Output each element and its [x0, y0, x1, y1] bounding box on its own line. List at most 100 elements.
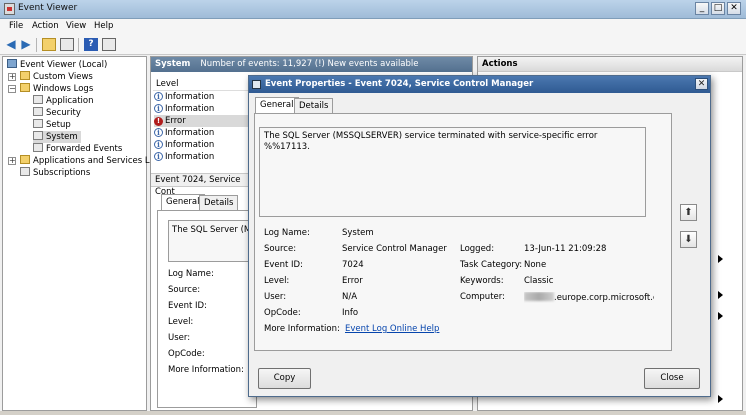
information-icon: i: [154, 152, 163, 161]
dialog-tab-details[interactable]: Details: [294, 98, 334, 113]
title-bar: Event Viewer _ □ ✕: [0, 0, 746, 19]
label-user: User:: [264, 292, 287, 302]
maximize-button[interactable]: □: [711, 2, 725, 15]
tree-item-application[interactable]: Application: [33, 95, 94, 107]
event-viewer-app-icon: [4, 3, 15, 15]
expand-icon[interactable]: +: [8, 73, 16, 81]
event-row[interactable]: i Information: [154, 91, 249, 103]
dialog-close-button[interactable]: ✕: [695, 78, 708, 90]
information-icon: i: [154, 140, 163, 149]
submenu-arrow-icon[interactable]: [718, 255, 723, 263]
label-source: Source:: [264, 244, 297, 254]
label-keywords: Keywords:: [460, 276, 504, 286]
log-header: System Number of events: 11,927 (!) New e…: [151, 57, 472, 72]
log-icon: [33, 107, 43, 116]
event-log-online-help-link[interactable]: Event Log Online Help: [345, 324, 439, 334]
label-computer: Computer:: [460, 292, 505, 302]
tree-item-applications-and-services-logs[interactable]: Applications and Services Logs: [20, 155, 164, 167]
back-arrow-icon[interactable]: ◀: [4, 38, 18, 51]
label-more-information: More Information:: [264, 324, 340, 334]
tab-general[interactable]: General: [161, 194, 205, 210]
label-more-information: More Information:: [168, 365, 244, 375]
dialog-tab-general[interactable]: General: [255, 97, 299, 113]
computer-icon: [7, 59, 17, 68]
tree-item-custom-views[interactable]: Custom Views: [20, 71, 93, 83]
folder-up-icon[interactable]: [42, 38, 56, 51]
log-icon: [33, 131, 43, 140]
event-count: Number of events: 11,927 (!) New events …: [200, 59, 419, 69]
folder-icon: [20, 83, 30, 92]
tree-item-setup[interactable]: Setup: [33, 119, 71, 131]
console-tree-icon[interactable]: [60, 38, 74, 51]
help-icon[interactable]: ?: [84, 38, 98, 51]
label-event-id: Event ID:: [168, 301, 207, 311]
event-detail-header: Event 7024, Service Cont: [151, 173, 251, 197]
menu-view[interactable]: View: [66, 21, 86, 31]
tab-details[interactable]: Details: [199, 195, 239, 210]
submenu-arrow-icon[interactable]: [718, 395, 723, 403]
event-row[interactable]: i Information: [154, 139, 249, 151]
next-event-button[interactable]: ⬇: [680, 231, 697, 248]
tree-root[interactable]: Event Viewer (Local): [7, 59, 107, 71]
event-properties-dialog: Event Properties - Event 7024, Service C…: [248, 75, 711, 397]
console-tree: Event Viewer (Local) + Custom Views − Wi…: [2, 56, 164, 411]
label-opcode: OpCode:: [168, 349, 205, 359]
menu-help[interactable]: Help: [94, 21, 113, 31]
value-task-category: None: [524, 260, 547, 270]
information-icon: i: [154, 128, 163, 137]
submenu-arrow-icon[interactable]: [718, 291, 723, 299]
value-computer: .europe.corp.microsoft.co: [524, 292, 654, 303]
submenu-arrow-icon[interactable]: [718, 312, 723, 320]
label-log-name: Log Name:: [264, 228, 310, 238]
label-log-name: Log Name:: [168, 269, 214, 279]
toolbar-separator: [78, 38, 79, 52]
value-event-id: 7024: [342, 260, 364, 270]
redacted-hostname: [524, 292, 554, 301]
close-button[interactable]: ✕: [727, 2, 741, 15]
label-event-id: Event ID:: [264, 260, 303, 270]
subscriptions-icon: [20, 167, 30, 176]
log-icon: [33, 95, 43, 104]
event-row-selected[interactable]: ! Error: [154, 115, 249, 127]
window-title: Event Viewer: [18, 3, 78, 13]
description-preview-box: The SQL Server (MS: [168, 220, 258, 262]
description-preview: The SQL Server (MS: [172, 225, 257, 235]
menu-file[interactable]: File: [9, 21, 23, 31]
label-source: Source:: [168, 285, 201, 295]
menu-action[interactable]: Action: [32, 21, 59, 31]
label-level: Level:: [264, 276, 290, 286]
toolbar-separator: [36, 38, 37, 52]
toolbar: ◀ ▶ ?: [0, 35, 746, 55]
value-log-name: System: [342, 228, 374, 238]
value-user: N/A: [342, 292, 358, 302]
label-level: Level:: [168, 317, 194, 327]
column-header-level[interactable]: Level: [153, 78, 253, 91]
tree-item-system[interactable]: System: [33, 131, 81, 143]
error-icon: !: [154, 117, 163, 126]
forward-arrow-icon[interactable]: ▶: [19, 38, 33, 51]
event-row[interactable]: i Information: [154, 127, 249, 139]
collapse-icon[interactable]: −: [8, 85, 16, 93]
actions-header: Actions: [478, 57, 742, 72]
log-icon: [33, 143, 43, 152]
copy-button[interactable]: Copy: [258, 368, 311, 389]
value-keywords: Classic: [524, 276, 554, 286]
event-row[interactable]: i Information: [154, 151, 249, 163]
information-icon: i: [154, 92, 163, 101]
folder-icon: [20, 71, 30, 80]
previous-event-button[interactable]: ⬆: [680, 204, 697, 221]
minimize-button[interactable]: _: [695, 2, 709, 15]
label-user: User:: [168, 333, 191, 343]
folder-icon: [20, 155, 30, 164]
close-dialog-button[interactable]: Close: [644, 368, 700, 389]
tree-item-security[interactable]: Security: [33, 107, 81, 119]
value-level: Error: [342, 276, 363, 286]
tree-item-subscriptions[interactable]: Subscriptions: [20, 167, 90, 179]
properties-icon[interactable]: [102, 38, 116, 51]
event-row[interactable]: i Information: [154, 103, 249, 115]
log-name: System: [155, 59, 191, 69]
tree-item-windows-logs[interactable]: Windows Logs: [20, 83, 93, 95]
expand-icon[interactable]: +: [8, 157, 16, 165]
tree-item-forwarded-events[interactable]: Forwarded Events: [33, 143, 122, 155]
dialog-title: Event Properties - Event 7024, Service C…: [249, 76, 710, 93]
